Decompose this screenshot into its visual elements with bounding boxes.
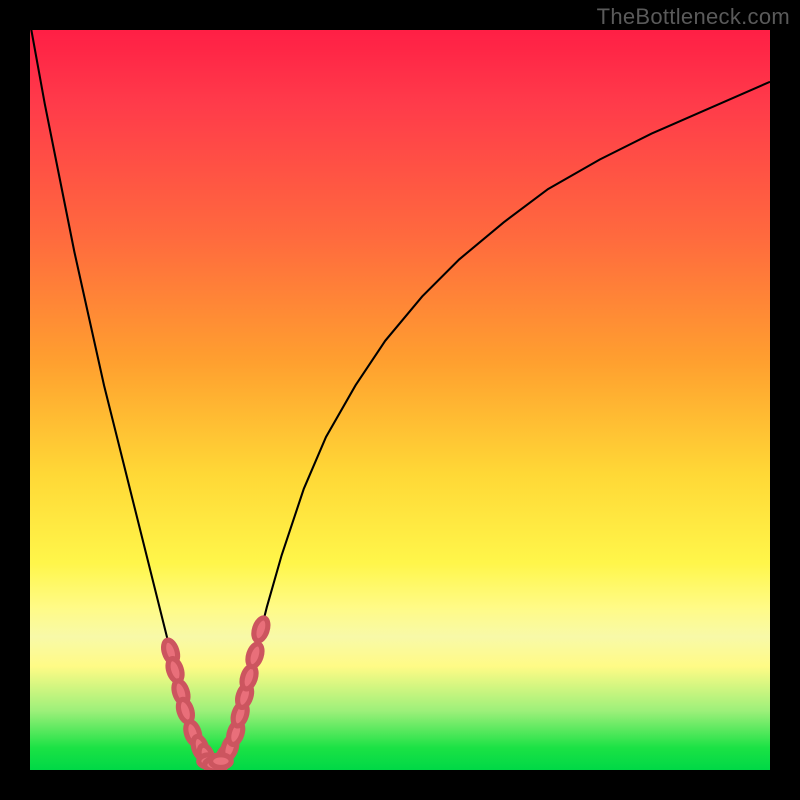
watermark-text: TheBottleneck.com	[597, 4, 790, 30]
plot-gradient-background	[30, 30, 770, 770]
chart-frame: TheBottleneck.com	[0, 0, 800, 800]
